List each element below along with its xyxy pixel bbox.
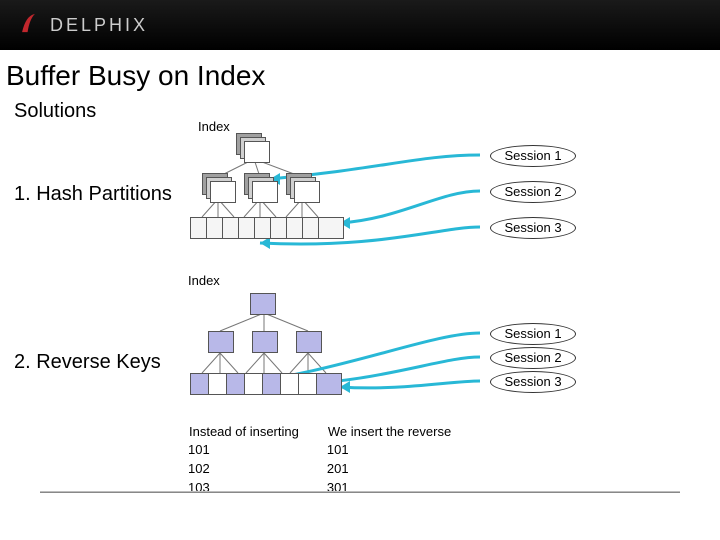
session-ellipse: Session 3 <box>490 371 576 393</box>
session-ellipse: Session 3 <box>490 217 576 239</box>
reverse-table: Instead of inserting We insert the rever… <box>188 423 479 497</box>
table-header: Instead of inserting <box>188 423 327 440</box>
cell-rev: 201 <box>327 459 479 478</box>
diagram-reverse-keys: Index <box>180 273 640 423</box>
tree-node <box>210 181 236 203</box>
table-header: We insert the reverse <box>327 423 479 440</box>
tree-node <box>252 331 278 353</box>
slide-header: DELPHIX <box>0 0 720 50</box>
session-ellipse: Session 1 <box>490 145 576 167</box>
tree-leaf <box>316 373 342 395</box>
tree-node <box>296 331 322 353</box>
swoosh-icon <box>20 12 48 34</box>
session-ellipse: Session 2 <box>490 347 576 369</box>
session-ellipse: Session 2 <box>490 181 576 203</box>
tree-node <box>208 331 234 353</box>
index-label-1: Index <box>198 119 230 134</box>
tree-leaf <box>318 217 344 239</box>
brand-name: DELPHIX <box>50 15 148 36</box>
footer-divider <box>40 491 680 493</box>
cell-orig: 102 <box>188 459 327 478</box>
tree-node <box>244 141 270 163</box>
table-row: 103 301 <box>188 478 479 497</box>
session-ellipse: Session 1 <box>490 323 576 345</box>
cell-orig: 101 <box>188 440 327 459</box>
table-header-row: Instead of inserting We insert the rever… <box>188 423 479 440</box>
tree-node <box>252 181 278 203</box>
diagram-hash-partitions: Index <box>180 119 640 279</box>
tree-node <box>250 293 276 315</box>
cell-rev: 301 <box>327 478 479 497</box>
tree-node <box>294 181 320 203</box>
solution-2-label: 2. Reverse Keys <box>14 351 161 374</box>
index-label-2: Index <box>188 273 220 288</box>
cell-orig: 103 <box>188 478 327 497</box>
table-row: 102 201 <box>188 459 479 478</box>
slide-title: Buffer Busy on Index <box>6 60 720 92</box>
table-row: 101 101 <box>188 440 479 459</box>
cell-rev: 101 <box>327 440 479 459</box>
solution-1-label: 1. Hash Partitions <box>14 183 172 206</box>
brand-logo: DELPHIX <box>20 14 148 36</box>
